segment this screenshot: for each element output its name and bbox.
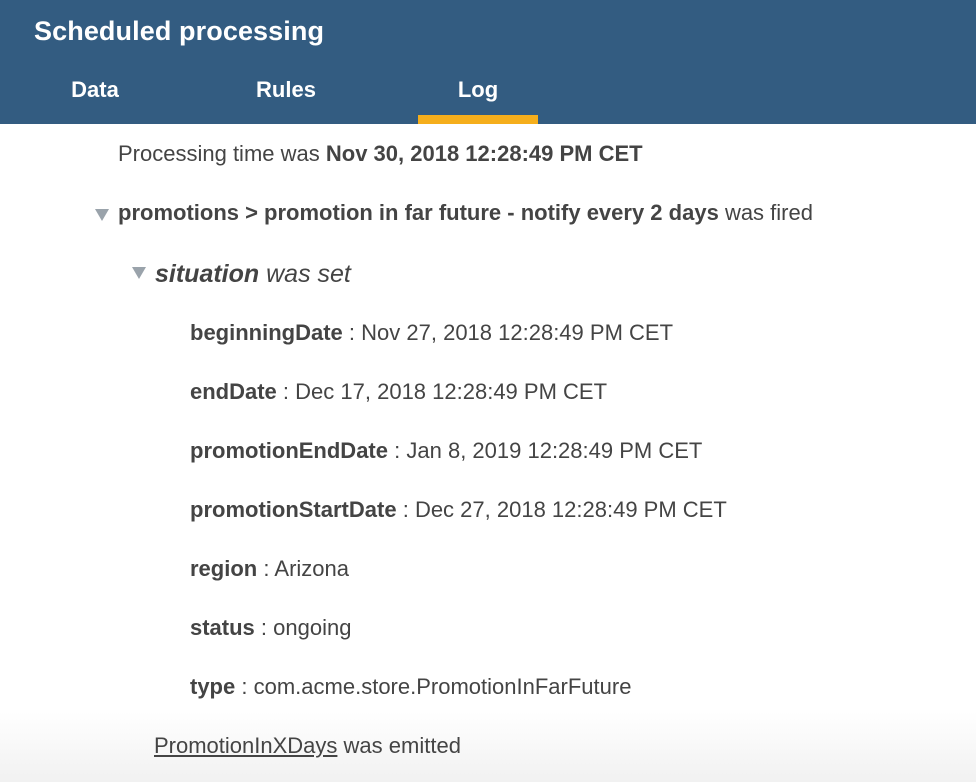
attribute-separator: : (263, 556, 270, 581)
triangle-down-icon[interactable] (95, 209, 109, 221)
situation-attribute-row: type : com.acme.store.PromotionInFarFutu… (190, 674, 631, 700)
event-emitted-suffix: was emitted (343, 733, 461, 758)
tab-log-label: Log (457, 77, 499, 102)
attribute-key: endDate (190, 379, 277, 404)
attribute-key: promotionStartDate (190, 497, 397, 522)
app-title: Scheduled processing (34, 16, 325, 46)
attribute-value: Jan 8, 2019 12:28:49 PM CET (406, 438, 703, 463)
processing-time-prefix: Processing time was (118, 141, 320, 166)
active-tab-indicator (418, 115, 538, 124)
rule-fired-suffix: was fired (724, 200, 813, 225)
tab-data-label: Data (71, 77, 119, 102)
situation-attribute-row: endDate : Dec 17, 2018 12:28:49 PM CET (190, 379, 607, 405)
processing-time-value: Nov 30, 2018 12:28:49 PM CET (325, 141, 643, 166)
attribute-value: Dec 27, 2018 12:28:49 PM CET (414, 497, 727, 522)
header-bar: Scheduled processing Data Rules Log (0, 0, 976, 124)
event-emitted-line: PromotionInXDays was emitted (154, 733, 461, 759)
attribute-separator: : (241, 674, 248, 699)
situation-set-line: situation was set (155, 259, 351, 289)
situation-attribute-row: region : Arizona (190, 556, 349, 582)
attribute-key: promotionEndDate (190, 438, 388, 463)
situation-name: situation (155, 260, 260, 288)
attribute-value: Nov 27, 2018 12:28:49 PM CET (361, 320, 674, 345)
scheduled-processing-app: Scheduled processing Data Rules Log Proc… (0, 0, 976, 782)
attribute-key: beginningDate (190, 320, 343, 345)
attribute-separator: : (402, 497, 409, 522)
attribute-key: type (190, 674, 236, 699)
situation-attribute-row: promotionEndDate : Jan 8, 2019 12:28:49 … (190, 438, 702, 464)
rule-name: promotions > promotion in far future - n… (118, 200, 719, 225)
processing-time-line: Processing time was Nov 30, 2018 12:28:4… (118, 141, 643, 167)
attribute-separator: : (394, 438, 401, 463)
attribute-value: ongoing (273, 615, 352, 640)
triangle-down-icon[interactable] (132, 267, 146, 279)
tab-data[interactable]: Data (34, 62, 156, 124)
attribute-value: Dec 17, 2018 12:28:49 PM CET (295, 379, 608, 404)
attribute-separator: : (282, 379, 290, 404)
attribute-separator: : (348, 320, 356, 345)
tab-rules[interactable]: Rules (226, 62, 346, 124)
attribute-value: Arizona (274, 556, 349, 581)
attribute-key: region (190, 556, 258, 581)
situation-attribute-row: promotionStartDate : Dec 27, 2018 12:28:… (190, 497, 727, 523)
situation-attribute-row: beginningDate : Nov 27, 2018 12:28:49 PM… (190, 320, 673, 346)
attribute-value: com.acme.store.PromotionInFarFuture (253, 674, 632, 699)
situation-set-suffix: was set (266, 260, 351, 288)
bottom-fade (0, 712, 976, 782)
rule-fired-line: promotions > promotion in far future - n… (118, 200, 813, 226)
tab-rules-label: Rules (256, 77, 316, 102)
attribute-key: status (190, 615, 255, 640)
attribute-separator: : (260, 615, 268, 640)
emitted-event-link[interactable]: PromotionInXDays (154, 733, 337, 758)
situation-attribute-row: status : ongoing (190, 615, 351, 641)
